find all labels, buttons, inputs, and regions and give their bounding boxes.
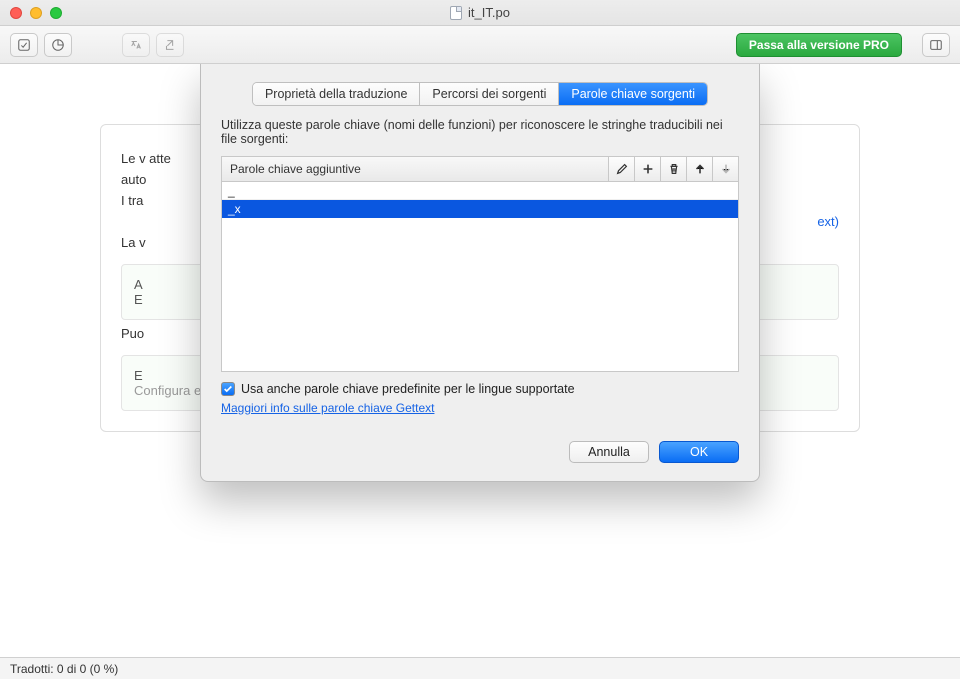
arrow-down-icon (719, 162, 733, 176)
trash-icon (667, 162, 681, 176)
keyword-row[interactable]: _x (222, 200, 738, 218)
main-area: Le v atte auto I tra ext) (0, 64, 960, 657)
edit-keyword-button[interactable] (608, 157, 634, 181)
status-bar: Tradotti: 0 di 0 (0 %) (0, 657, 960, 679)
delete-keyword-button[interactable] (660, 157, 686, 181)
window-title: it_IT.po (0, 5, 960, 20)
language-icon (129, 38, 143, 52)
document-icon (450, 6, 462, 20)
keyword-list[interactable]: __x (221, 182, 739, 372)
titlebar: it_IT.po (0, 0, 960, 26)
ok-button[interactable]: OK (659, 441, 739, 463)
translate-button[interactable] (122, 33, 150, 57)
properties-sheet: Proprietà della traduzione Percorsi dei … (200, 64, 760, 482)
sheet-buttons: Annulla OK (221, 441, 739, 463)
status-text: Tradotti: 0 di 0 (0 %) (10, 662, 118, 676)
piechart-icon (51, 38, 65, 52)
toolbar-group-left (10, 33, 72, 57)
tab-source-paths[interactable]: Percorsi dei sorgenti (420, 83, 559, 105)
keyword-row[interactable]: _ (222, 182, 738, 200)
pencil-icon (615, 162, 629, 176)
move-up-button[interactable] (686, 157, 712, 181)
sheet-tabs: Proprietà della traduzione Percorsi dei … (221, 82, 739, 106)
sheet-tab-segment: Proprietà della traduzione Percorsi dei … (252, 82, 708, 106)
stats-button[interactable] (44, 33, 72, 57)
arrow-up-icon (693, 162, 707, 176)
move-down-button[interactable] (712, 157, 738, 181)
keyword-header-label: Parole chiave aggiuntive (222, 162, 608, 176)
default-keywords-checkbox[interactable] (221, 382, 235, 396)
export-icon (163, 38, 177, 52)
cancel-button[interactable]: Annulla (569, 441, 649, 463)
sidebar-icon (929, 38, 943, 52)
toolbar-group-mid (122, 33, 184, 57)
add-keyword-button[interactable] (634, 157, 660, 181)
checkbox-icon (17, 38, 31, 52)
tab-translation-properties[interactable]: Proprietà della traduzione (253, 83, 420, 105)
export-button[interactable] (156, 33, 184, 57)
default-keywords-row: Usa anche parole chiave predefinite per … (221, 382, 739, 396)
gettext-help-link[interactable]: Maggiori info sulle parole chiave Gettex… (221, 401, 434, 415)
default-keywords-label: Usa anche parole chiave predefinite per … (241, 382, 575, 396)
keyword-header-actions (608, 157, 738, 181)
upgrade-pro-label: Passa alla versione PRO (749, 38, 889, 52)
toolbar: Passa alla versione PRO (0, 26, 960, 64)
window-title-text: it_IT.po (468, 5, 510, 20)
tab-source-keywords[interactable]: Parole chiave sorgenti (559, 83, 707, 105)
plus-icon (641, 162, 655, 176)
validate-button[interactable] (10, 33, 38, 57)
upgrade-pro-button[interactable]: Passa alla versione PRO (736, 33, 902, 57)
sheet-instruction: Utilizza queste parole chiave (nomi dell… (221, 118, 739, 146)
gettext-help-row: Maggiori info sulle parole chiave Gettex… (221, 400, 739, 415)
sidebar-toggle-button[interactable] (922, 33, 950, 57)
keyword-list-header: Parole chiave aggiuntive (221, 156, 739, 182)
